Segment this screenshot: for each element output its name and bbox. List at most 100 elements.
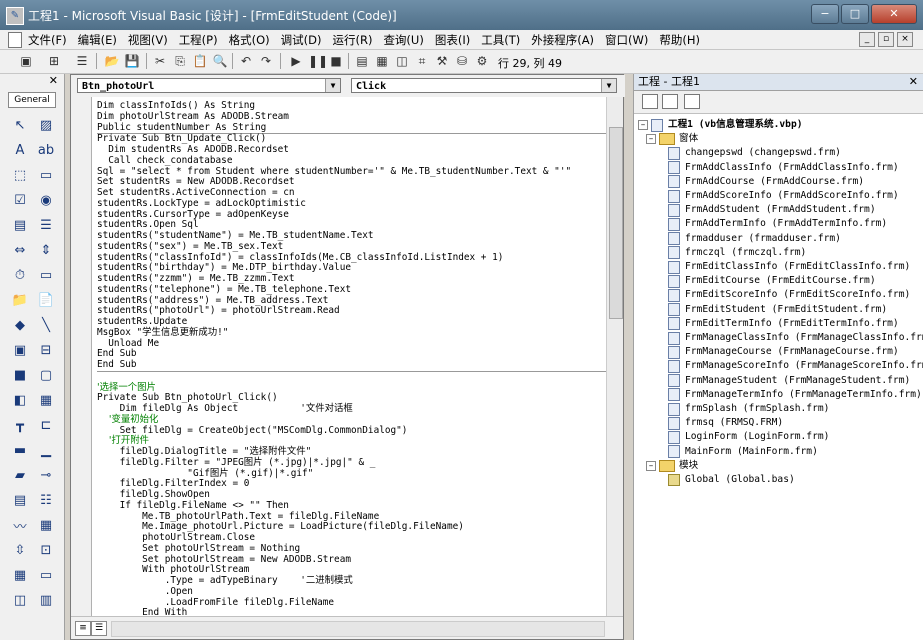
tree-form-item[interactable]: FrmAddClassInfo (FrmAddClassInfo.frm) [638,161,923,175]
flexgrid-icon[interactable]: ▦ [36,514,56,537]
code-line[interactable] [97,370,607,383]
open-project-icon[interactable]: 📂 [104,53,120,69]
code-line[interactable]: '变量初始化 [97,414,607,426]
imagelist-icon[interactable]: ▤ [10,489,30,512]
code-editor[interactable]: Dim classInfoIds() As String Dim photoUrl… [97,101,607,615]
listview-icon[interactable]: ☷ [36,489,56,512]
procedure-view-button[interactable]: ≡ [75,621,91,636]
toggle-folders-button[interactable] [684,94,700,109]
start-icon[interactable]: ▶ [288,53,304,69]
menu-item[interactable]: 运行(R) [332,32,372,48]
calendar-icon[interactable]: ▦ [10,564,30,587]
menu-item[interactable]: 查询(U) [383,32,423,48]
menu-item[interactable]: 工具(T) [481,32,520,48]
project-explorer-icon[interactable]: ▤ [354,53,370,69]
menu-item[interactable]: 窗口(W) [605,32,648,48]
paste-icon[interactable]: 📋 [192,53,208,69]
menu-item[interactable]: 外接程序(A) [531,32,594,48]
commandbutton-icon[interactable]: ▭ [36,164,56,187]
textbox-icon[interactable]: ab [36,139,56,162]
full-module-view-button[interactable]: ☰ [91,621,107,636]
code-line[interactable]: Dim photoUrlStream As ADODB.Stream [97,111,607,123]
code-line[interactable]: MsgBox "学生信息更新成功!" [97,327,607,339]
animation-icon[interactable]: ⊡ [36,539,56,562]
data-view-icon[interactable]: ⛁ [454,53,470,69]
adodc-icon[interactable]: ◧ [10,389,30,412]
picturebox-icon[interactable]: ▨ [36,114,56,137]
redo-icon[interactable]: ↷ [258,53,274,69]
cut-icon[interactable]: ✂ [152,53,168,69]
tree-form-item[interactable]: FrmEditTermInfo (FrmEditTermInfo.frm) [638,317,923,331]
dtpicker-icon[interactable]: ▢ [36,364,56,387]
code-line[interactable]: Dim fileDlg As Object '文件对话框 [97,403,607,415]
tree-folder-modules[interactable]: − 模块 [638,459,923,473]
code-horizontal-scrollbar[interactable] [111,621,605,637]
statusbar-icon[interactable]: ▁ [36,439,56,462]
tree-form-item[interactable]: frmsq (FRMSQ.FRM) [638,416,923,430]
image-icon[interactable]: ▣ [10,339,30,362]
mdi-minimize-button[interactable]: _ [859,32,875,47]
vb-app-icon[interactable]: ✎ [6,7,24,25]
margin-indicator-bar[interactable] [71,97,92,617]
menu-item[interactable]: 文件(F) [28,32,67,48]
tree-project-root[interactable]: − 工程1 (vb信息管理系统.vbp) [638,118,923,132]
tree-form-item[interactable]: LoginForm (LoginForm.frm) [638,430,923,445]
tree-form-item[interactable]: FrmAddCourse (FrmAddCourse.frm) [638,175,923,189]
tree-module-item[interactable]: Global (Global.bas) [638,473,923,487]
ole-icon[interactable]: ■ [10,364,30,387]
toolbar-control-icon[interactable]: ▬ [10,439,30,462]
object-browser-icon[interactable]: ⌗ [414,53,430,69]
chart-icon[interactable]: 〰 [10,514,30,537]
code-line[interactable]: studentRs.LockType = adLockOptimistic [97,198,607,210]
expand-collapse-icon[interactable]: − [646,460,656,471]
chevron-down-icon[interactable]: ▼ [325,79,340,92]
code-line[interactable]: fileDlg.Filter = "JPEG图片 (*.jpg)|*.jpg|"… [97,457,607,469]
timer-icon[interactable]: ⏱ [10,264,30,287]
code-line[interactable]: Call check_condatabase [97,155,607,167]
menu-item[interactable]: 帮助(H) [659,32,700,48]
tree-form-item[interactable]: FrmEditStudent (FrmEditStudent.frm) [638,303,923,317]
listbox-icon[interactable]: ☰ [36,214,56,237]
tree-form-item[interactable]: changepswd (changepswd.frm) [638,146,923,160]
menu-item[interactable]: 格式(O) [229,32,270,48]
updown-icon[interactable]: ⇳ [10,539,30,562]
tree-form-item[interactable]: FrmEditScoreInfo (FrmEditScoreInfo.frm) [638,288,923,303]
copy-icon[interactable]: ⎘ [172,53,188,69]
code-window-icon[interactable] [8,32,22,48]
tree-form-item[interactable]: FrmManageStudent (FrmManageStudent.frm) [638,374,923,388]
object-combobox[interactable]: Btn_photoUrl ▼ [77,78,341,93]
tree-form-item[interactable]: FrmManageClassInfo (FrmManageClassInfo.f… [638,331,923,345]
mschart-icon[interactable]: ▥ [36,589,56,612]
treeview-icon[interactable]: ┳ [10,414,30,437]
code-line[interactable]: studentRs("sex") = Me.TB_sex.Text [97,241,607,253]
break-icon[interactable]: ❚❚ [308,53,328,69]
end-icon[interactable]: ■ [328,53,344,69]
vscrollbar-icon[interactable]: ⇕ [36,239,56,262]
code-line[interactable]: End With [97,607,607,615]
toolbox-close-button[interactable]: ✕ [49,74,58,87]
slider-icon[interactable]: ⊸ [36,464,56,487]
code-line[interactable]: End Sub [97,348,607,360]
expand-collapse-icon[interactable]: − [638,120,648,131]
mdi-restore-button[interactable]: ▫ [878,32,894,47]
view-object-button[interactable] [662,94,678,109]
code-line[interactable]: .Open [97,586,607,598]
frame-icon[interactable]: ⬚ [10,164,30,187]
code-line[interactable]: If fileDlg.FileName <> "" Then [97,500,607,512]
tree-form-item[interactable]: frmczql (frmczql.frm) [638,246,923,260]
scroll-thumb[interactable] [609,127,623,319]
chevron-down-icon[interactable]: ▼ [601,79,616,92]
expand-collapse-icon[interactable]: − [646,134,656,145]
save-project-icon[interactable]: 💾 [124,53,140,69]
code-line[interactable]: Set photoUrlStream = Nothing [97,543,607,555]
code-vertical-scrollbar[interactable] [606,97,623,617]
menu-item[interactable]: 调试(D) [281,32,322,48]
combobox-icon[interactable]: ▤ [10,214,30,237]
tree-form-item[interactable]: FrmAddScoreInfo (FrmAddScoreInfo.frm) [638,189,923,203]
mdi-close-button[interactable]: × [897,32,913,47]
commondialog-icon[interactable]: ◫ [10,589,30,612]
label-icon[interactable]: A [10,139,30,162]
tree-form-item[interactable]: frmadduser (frmadduser.frm) [638,232,923,246]
data-icon[interactable]: ⊟ [36,339,56,362]
tree-form-item[interactable]: FrmAddTermInfo (FrmAddTermInfo.frm) [638,217,923,232]
